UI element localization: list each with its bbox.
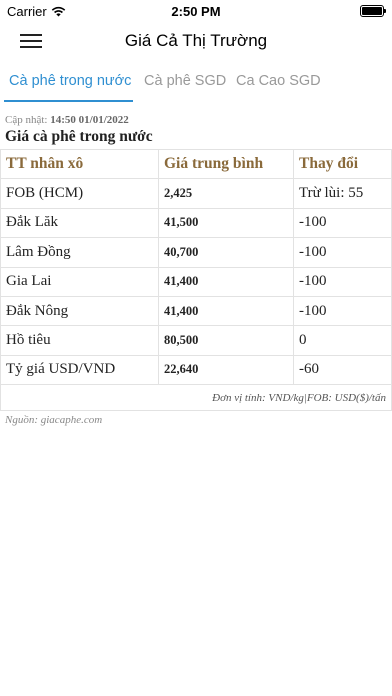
change-cell: -100 <box>293 237 392 268</box>
change-cell: -100 <box>293 207 392 239</box>
change-cell: -60 <box>293 354 392 386</box>
price-cell: 41,400 <box>158 266 294 297</box>
battery-icon <box>360 5 386 17</box>
updated-value: 14:50 01/01/2022 <box>50 114 129 126</box>
table-row: FOB (HCM) 2,425 Trừ lùi: 55 <box>0 178 392 209</box>
market-cell: Lâm Đồng <box>0 237 159 268</box>
market-cell: Tỷ giá USD/VND <box>0 354 159 386</box>
unit-note-row: Đơn vị tính: VND/kg|FOB: USD($)/tấn <box>0 384 392 412</box>
tab-domestic-coffee[interactable]: Cà phê trong nước <box>9 73 131 89</box>
page-title: Giá Cả Thị Trường <box>124 31 268 50</box>
source-note: Nguồn: giacaphe.com <box>5 414 103 426</box>
price-table: TT nhân xô Giá trung bình Thay đổi FOB (… <box>0 148 392 412</box>
change-cell: 0 <box>293 325 392 356</box>
market-cell: Hồ tiêu <box>0 325 159 356</box>
tab-coffee-exchange[interactable]: Cà phê SGD <box>144 73 226 89</box>
column-header-average-price: Giá trung bình <box>158 148 294 180</box>
market-cell: Đắk Nông <box>0 295 159 327</box>
change-cell: -100 <box>293 295 392 327</box>
status-bar: Carrier 2:50 PM <box>0 0 392 22</box>
price-cell: 41,400 <box>158 295 294 327</box>
table-row: Gia Lai 41,400 -100 <box>0 266 392 297</box>
price-cell: 2,425 <box>158 178 294 209</box>
table-row: Đắk Lăk 41,500 -100 <box>0 207 392 239</box>
column-header-change: Thay đổi <box>293 148 392 180</box>
change-cell: Trừ lùi: 55 <box>293 178 392 209</box>
price-cell: 80,500 <box>158 325 294 356</box>
tab-bar: Cà phê trong nước Cà phê SGD Ca Cao SGD <box>0 73 392 103</box>
market-cell: Gia Lai <box>0 266 159 297</box>
table-row: Đắk Nông 41,400 -100 <box>0 295 392 327</box>
price-cell: 22,640 <box>158 354 294 386</box>
table-header-row: TT nhân xô Giá trung bình Thay đổi <box>0 148 392 180</box>
active-tab-indicator <box>4 100 133 102</box>
price-cell: 41,500 <box>158 207 294 239</box>
column-header-market: TT nhân xô <box>0 148 159 180</box>
table-row: Lâm Đồng 40,700 -100 <box>0 237 392 268</box>
updated-label: Cập nhật: <box>5 114 48 126</box>
tab-cocoa-exchange[interactable]: Ca Cao SGD <box>236 73 321 89</box>
section-title: Giá cà phê trong nước <box>5 128 153 145</box>
battery-fill <box>362 7 382 15</box>
price-cell: 40,700 <box>158 237 294 268</box>
updated-timestamp: Cập nhật: 14:50 01/01/2022 <box>5 114 129 126</box>
table-row: Hồ tiêu 80,500 0 <box>0 325 392 356</box>
status-time: 2:50 PM <box>171 4 221 19</box>
nav-bar: Giá Cả Thị Trường <box>0 22 392 62</box>
market-cell: Đắk Lăk <box>0 207 159 239</box>
market-cell: FOB (HCM) <box>0 178 159 209</box>
table-row: Tỷ giá USD/VND 22,640 -60 <box>0 354 392 386</box>
unit-note: Đơn vị tính: VND/kg|FOB: USD($)/tấn <box>0 384 392 412</box>
change-cell: -100 <box>293 266 392 297</box>
